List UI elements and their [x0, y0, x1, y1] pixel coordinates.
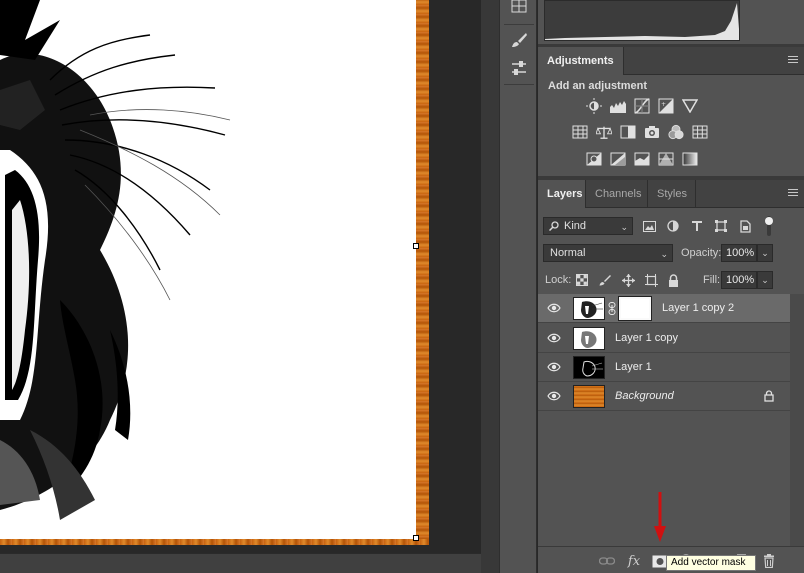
link-layers-icon[interactable] [599, 553, 615, 569]
tool-separator [504, 84, 534, 85]
color-balance-icon[interactable] [596, 124, 612, 140]
fill-dropdown-chevron[interactable]: ⌄ [757, 271, 773, 289]
panel-icon-strip [499, 0, 537, 573]
fill-label: Fill: [703, 274, 721, 286]
layers-tabbar: Layers Channels Styles [538, 180, 804, 208]
photo-filter-icon[interactable] [644, 124, 660, 140]
chevron-down-icon: ⌄ [660, 249, 668, 259]
layer-thumbnail[interactable] [573, 385, 605, 408]
layer-thumbnail[interactable] [573, 356, 605, 379]
layer-thumbnail[interactable] [573, 327, 605, 350]
brush-settings-icon[interactable] [507, 56, 531, 80]
red-pointer-arrow-icon [654, 492, 666, 542]
layer-name[interactable]: Layer 1 copy 2 [662, 302, 734, 314]
lock-row: Lock: Fill: 100% ⌄ [538, 267, 804, 293]
layer-filter-row: Kind ⌄ [538, 213, 804, 239]
adjustments-tabbar: Adjustments [538, 47, 804, 75]
filter-type-icon[interactable] [690, 219, 704, 233]
tiger-image [0, 0, 231, 520]
lock-transparent-pixels-icon[interactable] [575, 273, 589, 287]
blend-mode-row: Normal ⌄ Opacity: 100% ⌄ [538, 240, 804, 266]
hue-saturation-icon[interactable] [572, 124, 588, 140]
layer-list: Layer 1 copy 2 Layer 1 copy Layer 1 Back… [538, 294, 804, 418]
filter-kind-value: Kind [564, 220, 587, 232]
filter-adjustment-icon[interactable] [666, 219, 680, 233]
chevron-down-icon: ⌄ [620, 222, 628, 232]
filter-shape-icon[interactable] [714, 219, 728, 233]
tab-channels[interactable]: Channels [586, 180, 648, 208]
layers-panel-menu-icon[interactable] [788, 189, 798, 197]
visibility-eye-icon[interactable] [547, 361, 561, 373]
lock-image-pixels-icon[interactable] [598, 273, 612, 287]
layer-name[interactable]: Layer 1 copy [615, 332, 678, 344]
visibility-eye-icon[interactable] [547, 332, 561, 344]
color-lookup-icon[interactable] [692, 124, 708, 140]
vibrance-icon[interactable] [682, 98, 698, 114]
opacity-label: Opacity: [681, 247, 722, 259]
svg-text:+: + [661, 101, 666, 108]
lock-label: Lock: [545, 274, 572, 286]
layer-thumbnail[interactable] [573, 297, 605, 320]
document-canvas[interactable] [0, 0, 481, 573]
layer-style-fx-icon[interactable]: fx [626, 553, 642, 569]
canvas-horizontal-scrollbar[interactable] [0, 553, 481, 573]
filter-smart-object-icon[interactable] [738, 219, 752, 233]
black-white-icon[interactable] [620, 124, 636, 140]
adjustments-panel-menu-icon[interactable] [788, 56, 798, 64]
background-frame-right [416, 0, 429, 545]
brightness-contrast-icon[interactable] [586, 98, 602, 114]
mask-link-icon[interactable] [608, 302, 616, 315]
filter-kind-dropdown[interactable]: Kind ⌄ [543, 217, 633, 235]
levels-icon[interactable] [610, 98, 626, 114]
tooltip-add-vector-mask: Add vector mask [666, 555, 756, 571]
layer-name[interactable]: Layer 1 [615, 361, 652, 373]
transform-handle-right[interactable] [413, 243, 419, 249]
delete-layer-trash-icon[interactable] [761, 553, 777, 569]
layer-mask-thumbnail[interactable] [618, 296, 652, 321]
background-frame-bottom [0, 539, 429, 545]
layer-name[interactable]: Background [615, 390, 674, 402]
tool-separator [504, 24, 534, 25]
tab-styles[interactable]: Styles [648, 180, 696, 208]
tab-adjustments[interactable]: Adjustments [538, 47, 624, 75]
canvas-panel-gap [481, 0, 499, 573]
tiger-artwork[interactable] [0, 0, 416, 539]
fill-input[interactable]: 100% [721, 271, 757, 289]
layer-row-layer-1[interactable]: Layer 1 [538, 353, 790, 382]
grid-panel-icon[interactable] [507, 0, 531, 18]
selective-color-icon[interactable] [658, 151, 674, 167]
opacity-input[interactable]: 100% [721, 244, 757, 262]
lock-position-icon[interactable] [621, 273, 635, 287]
blend-mode-value: Normal [550, 247, 586, 259]
exposure-icon[interactable]: + [658, 98, 674, 114]
histogram-display [544, 0, 740, 41]
layer-row-layer-1-copy[interactable]: Layer 1 copy [538, 324, 790, 353]
blend-mode-dropdown[interactable]: Normal ⌄ [543, 244, 673, 262]
opacity-dropdown-chevron[interactable]: ⌄ [757, 244, 773, 262]
lock-artboard-icon[interactable] [644, 273, 658, 287]
lock-all-icon[interactable] [666, 273, 680, 287]
curves-icon[interactable] [634, 98, 650, 114]
threshold-icon[interactable] [634, 151, 650, 167]
adjustments-heading: Add an adjustment [548, 80, 648, 92]
layers-scrollbar[interactable] [790, 294, 804, 546]
transform-handle-bottom-right[interactable] [413, 535, 419, 541]
gradient-map-icon[interactable] [682, 151, 698, 167]
search-icon [549, 221, 559, 231]
tab-layers[interactable]: Layers [538, 180, 586, 208]
filter-pixel-icon[interactable] [642, 219, 656, 233]
visibility-eye-icon[interactable] [547, 390, 561, 402]
visibility-eye-icon[interactable] [547, 302, 561, 314]
filter-toggle-icon[interactable] [762, 216, 776, 236]
invert-icon[interactable] [586, 151, 602, 167]
layer-lock-icon [764, 390, 774, 402]
channel-mixer-icon[interactable] [668, 124, 684, 140]
posterize-icon[interactable] [610, 151, 626, 167]
layer-row-background[interactable]: Background [538, 382, 790, 411]
right-panel-column: Adjustments Add an adjustment + Layers C… [538, 0, 804, 573]
layer-row-layer-1-copy-2[interactable]: Layer 1 copy 2 [538, 294, 790, 323]
brush-panel-icon[interactable] [507, 28, 531, 52]
